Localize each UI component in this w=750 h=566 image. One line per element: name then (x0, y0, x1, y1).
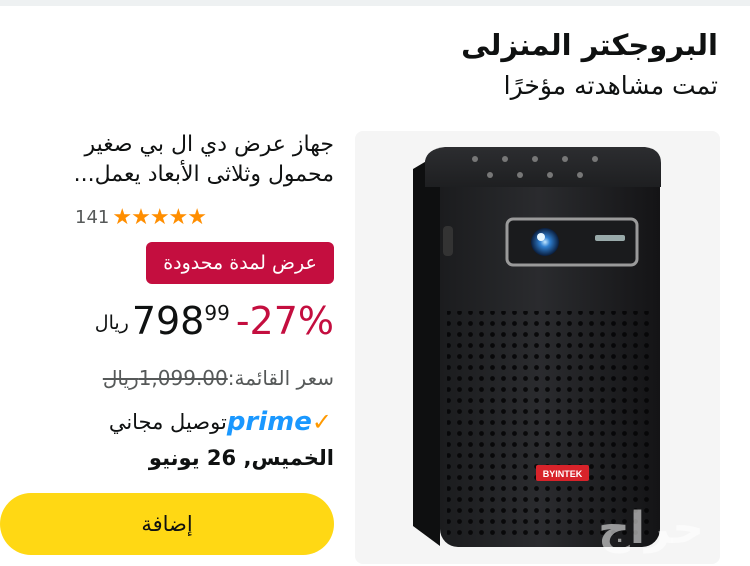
prime-logo-text: prime (226, 407, 312, 437)
price-currency: ريال (94, 312, 129, 334)
discount-percent: -27% (235, 299, 334, 343)
list-price-value: 1,099.00ريال (102, 366, 228, 390)
projector-image: BYINTEK (413, 147, 661, 547)
delivery-date: الخميس, 26 يونيو (148, 446, 334, 470)
watermark: حراج (598, 503, 704, 554)
prime-delivery: prime ✓ توصيل مجاني (109, 407, 334, 437)
top-divider (0, 0, 750, 6)
rating-count: 141 (75, 207, 110, 228)
rating[interactable]: ★★★★★ 141 (75, 205, 207, 230)
section-subtitle: تمت مشاهدته مؤخرًا (503, 71, 718, 100)
list-price: سعر القائمة:1,099.00ريال (103, 366, 334, 390)
list-price-label: سعر القائمة: (227, 366, 334, 390)
brand-label: BYINTEK (543, 469, 583, 479)
product-image[interactable]: BYINTEK حراج (355, 131, 720, 564)
deal-badge: عرض لمدة محدودة (146, 242, 334, 284)
section-title: البروجكتر المنزلى (461, 28, 718, 62)
section-header: البروجكتر المنزلى تمت مشاهدته مؤخرًا (461, 26, 718, 106)
prime-logo: prime ✓ (227, 407, 334, 437)
price-whole: 798 (131, 299, 205, 343)
price-row: ريال 798 99 -27% (95, 298, 334, 344)
add-to-cart-button[interactable]: إضافة (0, 493, 334, 555)
product-title[interactable]: جهاز عرض دي ال بي صغير محمول وثلاثى الأب… (14, 130, 334, 190)
prime-check-icon: ✓ (311, 408, 332, 436)
price-fraction: 99 (204, 301, 230, 325)
star-rating-icon: ★★★★★ (112, 205, 207, 230)
delivery-label: توصيل مجاني (108, 410, 227, 434)
